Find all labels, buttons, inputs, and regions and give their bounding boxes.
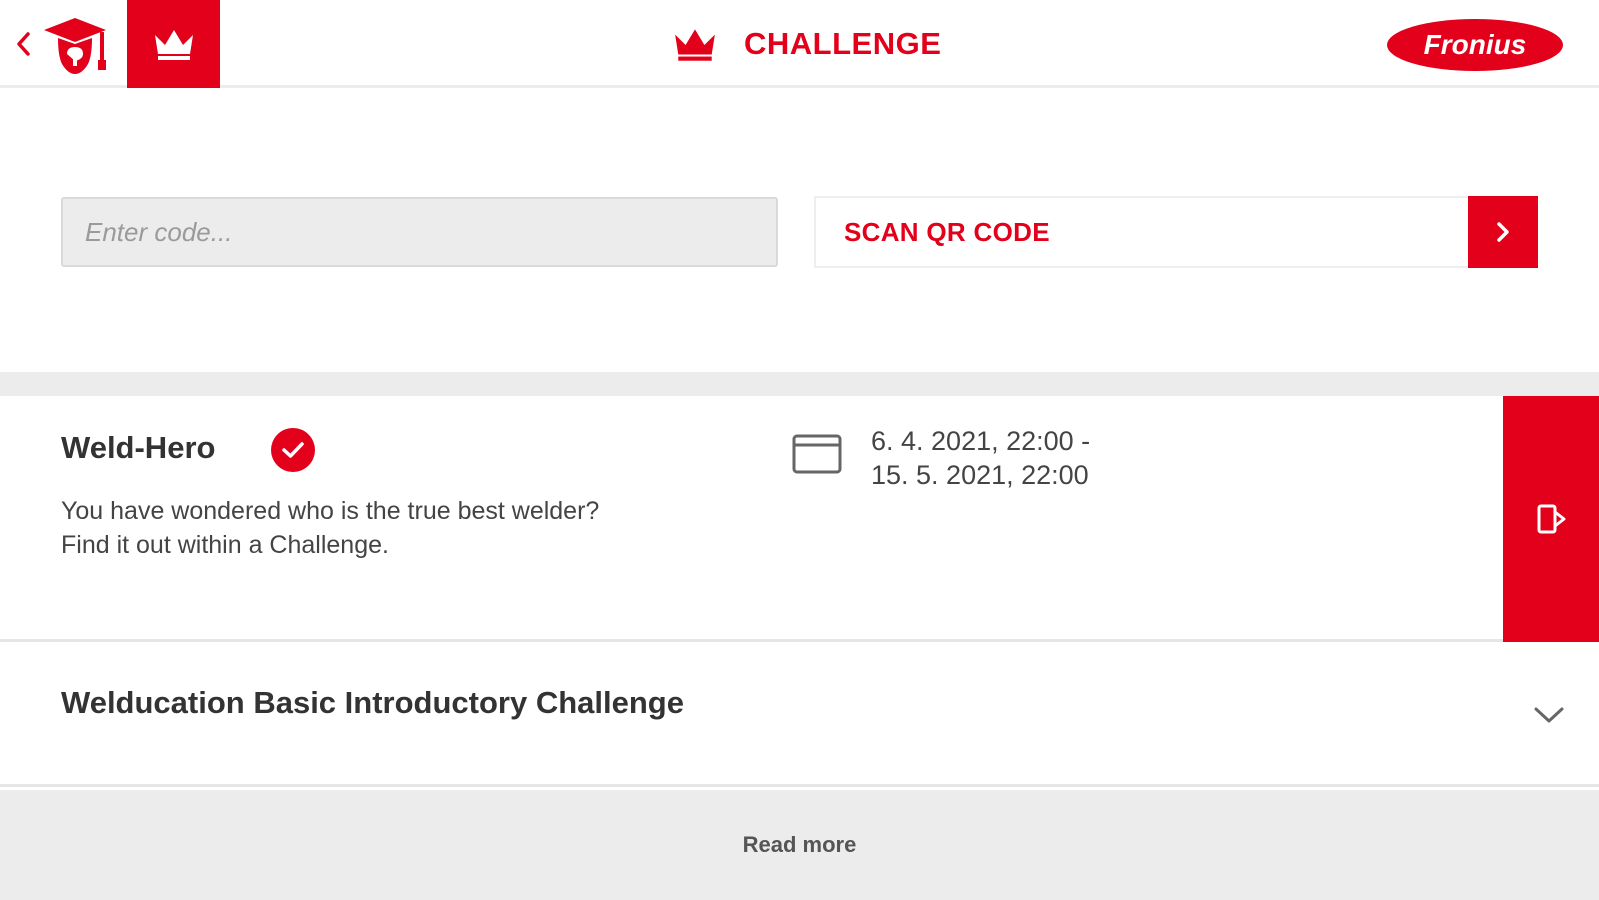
challenge-description-line: You have wondered who is the true best w… (61, 497, 600, 525)
tab-challenge[interactable] (127, 0, 220, 88)
checkmark-circle-icon (282, 442, 304, 458)
challenge-description-line: Find it out within a Challenge. (61, 531, 389, 559)
scan-qr-arrow[interactable] (1468, 196, 1538, 268)
calendar-icon (792, 434, 842, 474)
accordion-title: Welducation Basic Introductory Challenge (61, 685, 684, 720)
scan-qr-button[interactable]: SCAN QR CODE (814, 196, 1538, 268)
challenge-title: Weld-Hero (61, 430, 216, 465)
fronius-logo: Fronius (1387, 19, 1563, 71)
code-input[interactable] (61, 197, 778, 267)
graduate-cap-icon[interactable] (40, 12, 110, 78)
challenge-description: You have wondered who is the true best w… (61, 494, 741, 562)
enter-door-icon (1537, 504, 1566, 534)
page-title-group: CHALLENGE (672, 22, 941, 66)
svg-text:Fronius: Fronius (1424, 29, 1527, 60)
crown-icon (675, 29, 715, 61)
challenge-date-end: 15. 5. 2021, 22:00 (871, 460, 1089, 490)
challenge-date-start: 6. 4. 2021, 22:00 - (871, 426, 1091, 456)
challenge-date-range: 6. 4. 2021, 22:00 - 15. 5. 2021, 22:00 (871, 424, 1090, 492)
enter-challenge-button[interactable] (1503, 396, 1599, 642)
accordion-item[interactable]: Welducation Basic Introductory Challenge (0, 645, 1599, 787)
chevron-down-icon[interactable] (1530, 701, 1568, 729)
read-more-label: Read more (742, 832, 857, 857)
challenge-card: Weld-Hero You have wondered who is the t… (0, 396, 1599, 642)
app-header: CHALLENGE Fronius (0, 0, 1599, 88)
page-title: CHALLENGE (744, 26, 942, 61)
status-badge (271, 428, 315, 472)
read-more-button[interactable]: Read more (0, 790, 1599, 900)
chevron-right-icon (1497, 222, 1509, 242)
chevron-left-icon (17, 32, 30, 56)
crown-icon (154, 30, 193, 60)
code-entry-section: SCAN QR CODE (0, 88, 1599, 369)
scan-qr-label: SCAN QR CODE (844, 217, 1050, 247)
section-divider (0, 372, 1599, 396)
back-button[interactable] (10, 26, 36, 62)
